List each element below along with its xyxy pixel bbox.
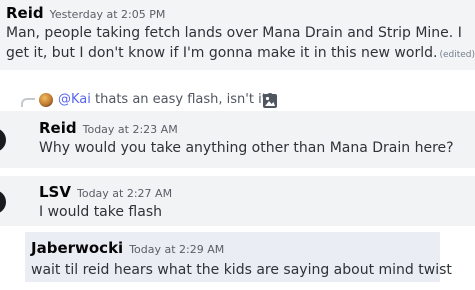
edited-label: (edited): [439, 50, 475, 60]
author-name[interactable]: Reid: [6, 4, 44, 22]
reply-text: thats an easy flash, isn't it?: [95, 92, 274, 107]
user-avatar[interactable]: [39, 93, 53, 107]
user-mention[interactable]: @Kai: [58, 92, 91, 107]
message-reid-reply[interactable]: @Kai thats an easy flash, isn't it? Reid…: [0, 84, 475, 168]
message-line: get it, but I don't know if I'm gonna ma…: [6, 45, 475, 61]
author-name[interactable]: LSV: [39, 183, 71, 201]
message-lsv[interactable]: LSV Today at 2:27 AM I would take flash: [0, 176, 475, 226]
message-line: Man, people taking fetch lands over Mana…: [6, 25, 462, 41]
timestamp: Today at 2:29 AM: [129, 243, 225, 256]
timestamp: Yesterday at 2:05 PM: [49, 8, 166, 21]
message-jaberwocki[interactable]: Jaberwocki Today at 2:29 AM wait til reid…: [25, 232, 452, 282]
reply-preview[interactable]: @Kai thats an easy flash, isn't it?: [0, 84, 475, 111]
author-name[interactable]: Jaberwocki: [31, 239, 123, 257]
message-reid-yesterday[interactable]: Reid Yesterday at 2:05 PM Man, people tak…: [0, 0, 475, 70]
avatar[interactable]: [0, 128, 6, 152]
message-body: Reid Today at 2:23 AM Why would you take …: [0, 111, 475, 168]
message-content: Man, people taking fetch lands over Mana…: [6, 23, 475, 65]
author-name[interactable]: Reid: [39, 119, 77, 137]
timestamp: Today at 2:27 AM: [76, 187, 173, 200]
avatar[interactable]: [0, 190, 6, 214]
image-icon: [263, 93, 277, 108]
reply-spine-icon: [21, 98, 35, 107]
message-content: I would take flash: [39, 204, 162, 220]
message-content: wait til reid hears what the kids are sa…: [31, 262, 452, 278]
timestamp: Today at 2:23 AM: [82, 123, 178, 136]
message-content: Why would you take anything other than M…: [39, 140, 454, 156]
